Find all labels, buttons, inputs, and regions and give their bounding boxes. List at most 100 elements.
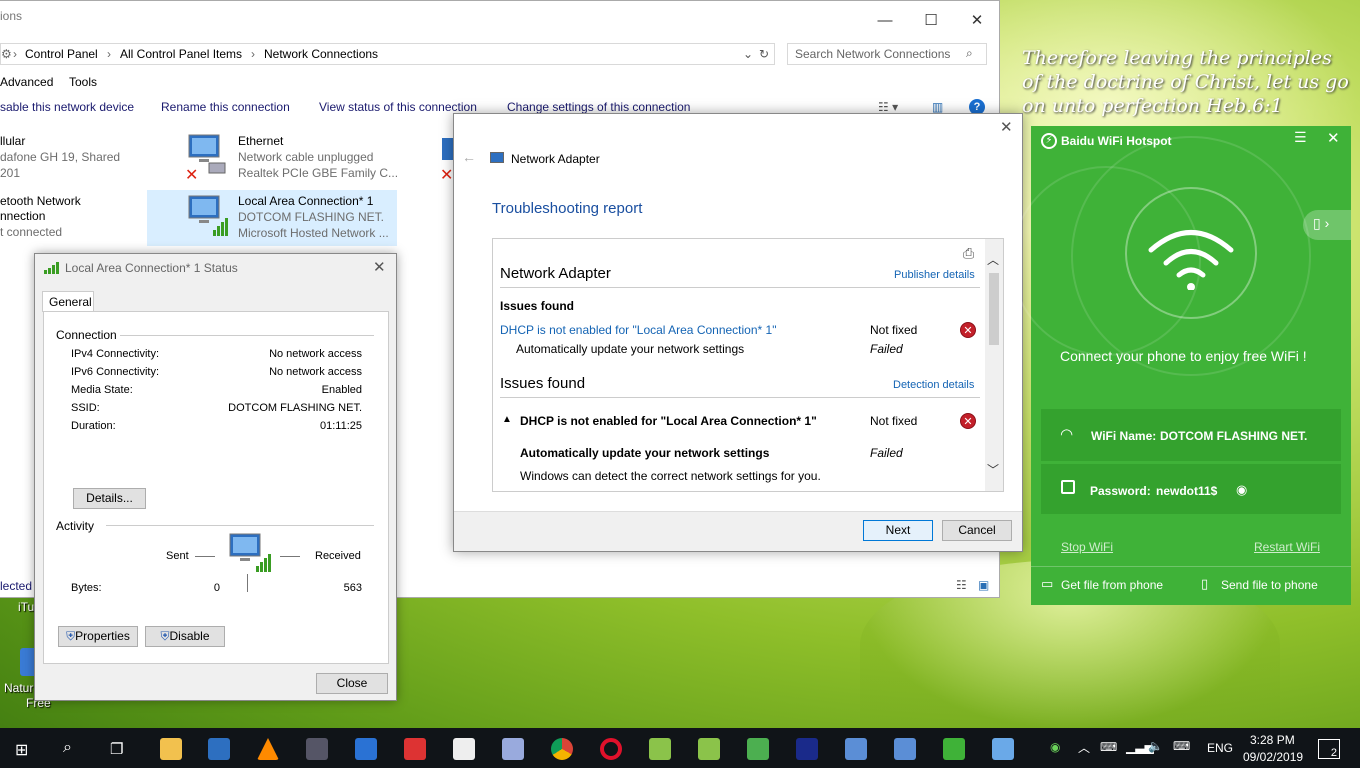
scroll-up-icon[interactable]: ︿ [987,251,999,268]
update-settings-heading: Automatically update your network settin… [520,446,770,460]
address-bar[interactable]: ⚙ › Control Panel › All Control Panel It… [0,43,775,65]
desktop-icon-label[interactable]: iTu [18,600,34,614]
phone-arrow-icon[interactable]: ▯ › [1303,210,1351,240]
scroll-thumb[interactable] [989,273,999,345]
view-options-icon[interactable]: ☷ ▾ [878,100,898,114]
search-input[interactable]: Search Network Connections [787,43,987,65]
close-icon[interactable]: ✕ [1327,129,1340,147]
stop-wifi-link[interactable]: Stop WiFi [1061,540,1113,554]
minimize-button[interactable]: — [862,1,908,41]
close-icon[interactable]: ✕ [1000,118,1013,136]
refresh-icon[interactable]: ↻ [759,47,769,61]
dhcp-issue-link[interactable]: DHCP is not enabled for "Local Area Conn… [500,323,776,337]
detection-details-link[interactable]: Detection details [893,379,974,391]
rename-connection-command[interactable]: Rename this connection [161,100,290,114]
notification-center-icon[interactable]: 2 [1318,739,1340,759]
connection-lan1-name[interactable]: Local Area Connection* 1 [238,194,373,208]
network-app-icon[interactable] [894,738,916,760]
keyboard-icon[interactable]: ⌨ [1173,739,1190,753]
wifi-tray-icon[interactable]: ◉ [1050,740,1060,754]
dialog-footer: Next Cancel [454,511,1022,551]
close-button[interactable]: ✕ [954,1,1000,41]
windows-start-icon[interactable]: ⊞ [15,740,28,760]
properties-button[interactable]: ⛨Properties [58,626,138,647]
disable-device-command[interactable]: sable this network device [0,100,134,114]
app-icon[interactable] [747,738,769,760]
view-status-command[interactable]: View status of this connection [319,100,477,114]
tab-general[interactable]: General [42,291,94,312]
close-button[interactable]: Close [316,673,388,694]
preview-pane-icon[interactable]: ▥ [932,100,943,114]
large-icons-view-icon[interactable]: ▣ [978,578,989,592]
scroll-down-icon[interactable]: ﹀ [987,461,999,478]
menu-tools[interactable]: Tools [69,75,97,89]
menu-advanced[interactable]: Advanced [0,75,53,89]
gamepad-icon[interactable] [453,738,475,760]
back-arrow-icon[interactable]: ← [462,149,476,165]
connection-ethernet-name[interactable]: Ethernet [238,134,283,148]
chevron-down-icon[interactable]: ⌄ [743,47,753,61]
android-icon[interactable] [649,738,671,760]
app-icon[interactable] [796,738,818,760]
connect-phone-text: Connect your phone to enjoy free WiFi ! [1060,348,1307,364]
failed-status: Failed [870,342,903,356]
connection-ethernet-adapter: Realtek PCIe GBE Family C... [238,166,399,180]
language-indicator[interactable]: ENG [1207,741,1233,755]
volume-icon[interactable]: 🔈 [1148,739,1163,753]
eye-icon[interactable]: ◉ [1236,482,1247,498]
cancel-button[interactable]: Cancel [942,520,1012,541]
details-view-icon[interactable]: ☷ [956,578,967,592]
app-icon[interactable] [355,738,377,760]
clock-time[interactable]: 3:28 PM [1250,733,1295,747]
send-file-button[interactable]: Send file to phone [1221,578,1318,592]
computer-wifi-icon[interactable] [185,194,228,236]
wifi-name-label: WiFi Name: [1091,429,1157,443]
app-icon[interactable] [502,738,524,760]
next-button[interactable]: Next [863,520,933,541]
wifi-name-box: ◠ WiFi Name: DOTCOM FLASHING NET. [1041,409,1341,461]
baidu-wifi-taskbar-icon[interactable] [943,738,965,760]
breadcrumb-all-items[interactable]: All Control Panel Items [120,47,242,61]
chrome-icon[interactable] [551,738,573,760]
file-explorer-icon[interactable] [160,738,182,760]
change-settings-command[interactable]: Change settings of this connection [507,100,690,114]
app-icon[interactable] [404,738,426,760]
task-view-icon[interactable]: ❐ [110,740,123,758]
ime-icon[interactable]: ⌨ [1100,740,1117,754]
report-scrollbar[interactable]: ︿ ﹀ [985,239,1003,491]
password-value[interactable]: newdot11$ [1156,484,1217,498]
android-icon[interactable] [698,738,720,760]
restart-wifi-link[interactable]: Restart WiFi [1254,540,1320,554]
app-icon[interactable] [992,738,1014,760]
dhcp-issue-heading: DHCP is not enabled for "Local Area Conn… [520,414,817,428]
close-icon[interactable]: ✕ [373,258,386,276]
print-icon[interactable]: ⎙ [963,245,974,262]
wifi-icon[interactable] [1141,220,1241,293]
media-player-icon[interactable] [208,738,230,760]
search-icon[interactable]: ⌕ [63,739,72,757]
network-app-icon[interactable] [845,738,867,760]
connection-cellular-name[interactable]: llular [0,134,25,148]
computer-network-icon[interactable]: ✕ [185,133,227,184]
breadcrumb-control-panel[interactable]: Control Panel [25,47,98,61]
disable-button[interactable]: ⛨Disable [145,626,225,647]
opera-icon[interactable] [600,738,622,760]
computer-network-icon[interactable]: ✕ [440,138,454,184]
clock-date[interactable]: 09/02/2019 [1243,750,1303,764]
connection-lan1-ssid: DOTCOM FLASHING NET. [238,210,385,224]
chevron-up-icon[interactable]: ︿ [1078,739,1090,756]
duration-label: Duration: [71,420,116,432]
collapse-triangle-icon[interactable]: ▲ [502,414,512,425]
get-file-button[interactable]: Get file from phone [1061,578,1163,592]
wifi-name-value[interactable]: DOTCOM FLASHING NET. [1160,429,1307,443]
publisher-details-link[interactable]: Publisher details [894,269,975,281]
breadcrumb-network-connections[interactable]: Network Connections [264,47,378,61]
menu-icon[interactable]: ☰ [1294,129,1307,146]
maximize-button[interactable]: ☐ [908,1,954,41]
app-icon[interactable] [306,738,328,760]
desktop-icon-label[interactable]: Natur [4,681,33,695]
connection-bluetooth-name[interactable]: etooth Network [0,194,81,208]
details-button[interactable]: Details... [73,488,146,509]
duration-value: 01:11:25 [319,420,362,432]
bytes-received-value: 563 [343,582,362,594]
